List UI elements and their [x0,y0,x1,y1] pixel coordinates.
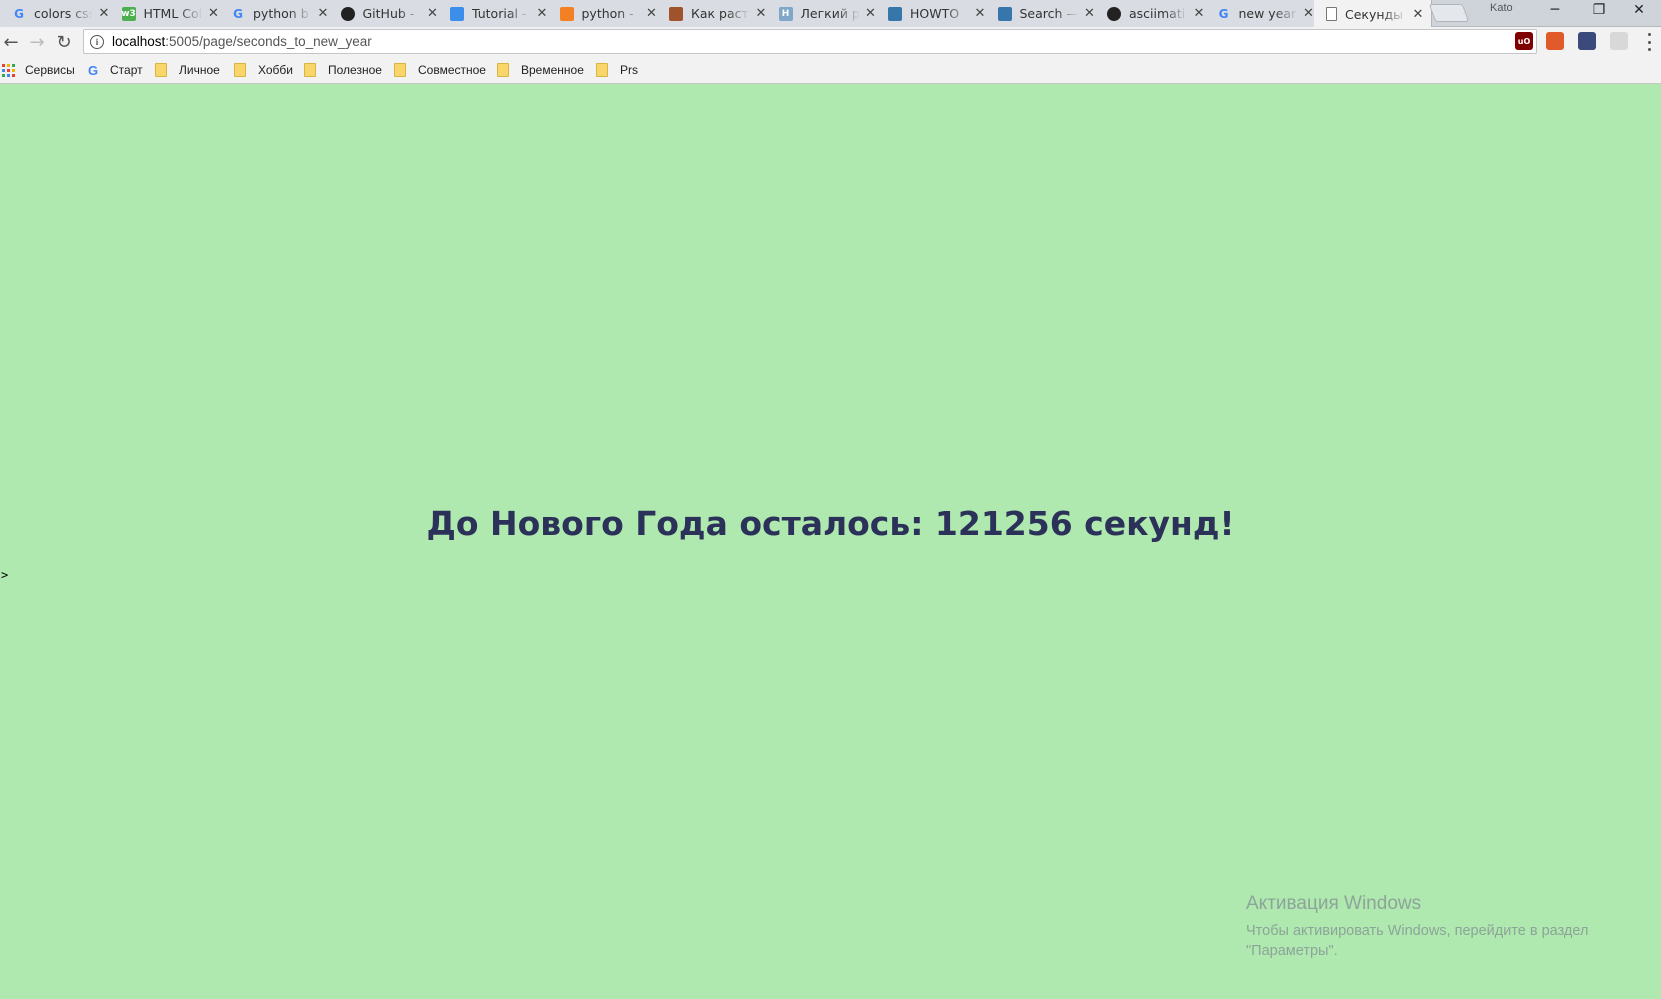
flask-icon [450,6,464,21]
folder-icon [497,63,509,77]
bookmark-label: Временное [521,63,584,77]
forward-arrow-icon: → [29,31,45,53]
python-icon [997,6,1012,21]
tab[interactable]: GitHub - ✕ [328,0,447,27]
habr-icon: H [778,6,793,21]
bookmark-label: Полезное [328,63,382,77]
chrome-menu-icon[interactable] [1644,33,1654,51]
bookmark-folder[interactable]: Хобби [234,61,293,79]
folder-icon [394,63,406,77]
google-icon: G [14,6,24,21]
folder-icon [155,63,167,77]
folder-icon [596,63,608,77]
stackoverflow-icon [559,6,574,21]
page-viewport: До Нового Года осталось: 121256 секунд! … [0,84,1661,999]
office-extension-icon[interactable] [1546,32,1564,50]
back-button[interactable]: ← [0,31,22,53]
tab-title: Как раст [691,6,749,21]
windows-activation-watermark: Активация Windows Чтобы активировать Win… [1246,893,1616,961]
tab[interactable]: HOWTO ✕ [876,0,994,27]
bookmark-label: Prs [620,63,638,77]
address-bar[interactable]: i localhost:5005/page/seconds_to_new_yea… [83,29,1537,54]
tab-title: python - [581,6,634,21]
apps-grid-icon [2,63,15,77]
extension-disabled-icon[interactable] [1610,32,1628,50]
countdown-headline: До Нового Года осталось: 121256 секунд! [426,504,1235,543]
github-icon [340,6,355,21]
tab-title: HTML Color [143,6,203,21]
bookmark-folder[interactable]: Временное [497,61,584,79]
back-arrow-icon: ← [3,31,19,53]
tab[interactable]: Search — ✕ [985,0,1104,27]
stray-text: > [1,568,9,582]
reload-icon: ↻ [56,31,72,53]
tab-title: GitHub - [362,6,415,21]
close-tab-icon[interactable]: ✕ [1411,7,1425,22]
tab-title: Секунды [1345,6,1404,22]
google-icon: G [1218,6,1229,21]
tab[interactable]: Tutorial - ✕ [438,0,556,27]
w3schools-icon: w3 [121,6,136,21]
tab-title: Tutorial - [472,6,527,21]
tab-title: Search — [1019,6,1079,21]
tab[interactable]: asciimati ✕ [1095,0,1213,27]
tab[interactable]: H Легкий р ✕ [766,0,885,27]
folder-icon [304,63,316,77]
bookmark-folder[interactable]: Личное [155,61,220,79]
browser-toolbar: ← → ↻ i localhost:5005/page/seconds_to_n… [0,27,1661,56]
tab-title: asciimati [1129,6,1186,21]
tab-title: new year [1238,6,1297,21]
bookmarks-bar: Сервисы G Старт Личное Хобби Полезное Со… [0,56,1661,84]
bookmark-folder[interactable]: Полезное [304,61,382,79]
bookmark-label: Старт [110,63,143,77]
tab[interactable]: Секунды ✕ [1314,0,1432,28]
activation-title: Активация Windows [1246,893,1422,914]
bookmark-label: Личное [179,63,220,77]
url-path: :5005/page/seconds_to_new_year [165,34,372,49]
url-text[interactable]: localhost:5005/page/seconds_to_new_year [112,34,372,49]
tab-title: HOWTO [910,6,960,21]
forward-button[interactable]: → [26,31,48,53]
bookmark-apps[interactable]: Сервисы [2,61,75,79]
url-host: localhost [112,34,166,49]
site-icon [669,6,683,21]
bookmark-label: Сервисы [25,63,75,77]
tab[interactable]: Gpython b ✕ [219,0,337,27]
folder-icon [234,63,246,77]
tab-strip: Gcolors css✕w3HTML Color✕Gpython b✕GitHu… [0,0,1661,28]
bookmark-label: Хобби [258,63,293,77]
close-window-button[interactable]: ✕ [1617,0,1661,20]
tab[interactable]: Как раст ✕ [657,0,775,27]
page-icon [1326,7,1337,21]
bookmark-label: Совместное [418,63,486,77]
bookmark-start[interactable]: G Старт [86,61,143,79]
bookmark-folder[interactable]: Совместное [394,61,486,79]
new-tab-button[interactable] [1428,4,1470,22]
ublock-extension-icon[interactable]: uO [1515,32,1533,50]
minimize-button[interactable]: ─ [1533,0,1577,20]
restore-button[interactable]: ❐ [1577,0,1621,20]
tab[interactable]: Gcolors css ✕ [0,0,118,27]
profile-name[interactable]: Kato [1490,2,1513,14]
reload-button[interactable]: ↻ [53,31,75,53]
tab-title: python b [253,6,309,21]
tab[interactable]: python - ✕ [547,0,666,27]
google-icon: G [233,6,243,21]
info-icon[interactable]: i [90,34,104,49]
activation-text: Чтобы активировать Windows, перейдите в … [1246,923,1589,959]
extension-icon[interactable] [1578,32,1596,50]
python-icon [888,6,902,21]
tab-title: colors css [34,6,93,21]
tab[interactable]: w3HTML Color✕ [109,0,228,27]
bookmark-folder[interactable]: Prs [596,61,638,79]
github-icon [1107,6,1121,21]
tab-title: Легкий р [800,6,860,21]
google-icon: G [87,62,99,78]
tab[interactable]: Gnew year ✕ [1204,0,1323,27]
